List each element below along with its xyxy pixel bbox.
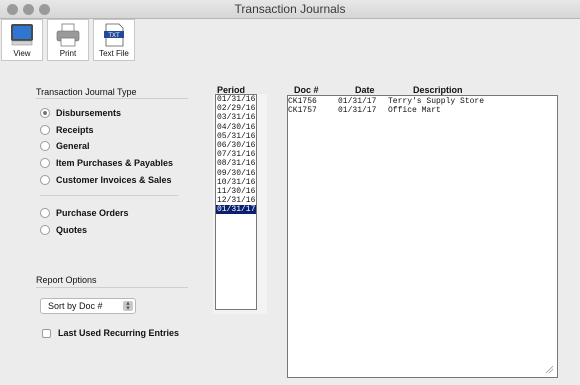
period-item[interactable]: 07/31/16 xyxy=(216,150,256,159)
doc-description: Office Mart xyxy=(388,106,441,115)
sort-value: Sort by Doc # xyxy=(48,301,103,311)
recurring-entries-checkbox[interactable] xyxy=(42,328,51,338)
period-item[interactable]: 08/31/16 xyxy=(216,159,256,168)
radio-label: Disbursements xyxy=(56,108,122,118)
period-item[interactable]: 10/31/16 xyxy=(216,178,256,187)
documents-list[interactable]: CK1756 01/31/17 Terry's Supply Store CK1… xyxy=(287,95,558,378)
view-label: View xyxy=(13,49,31,58)
radio-label: Purchase Orders xyxy=(56,208,129,218)
popup-arrows-icon: ▴ ▾ xyxy=(123,300,133,312)
period-item[interactable]: 01/31/17 xyxy=(216,205,256,215)
options-divider xyxy=(40,195,178,196)
radio-label: Quotes xyxy=(56,225,88,235)
radio-button[interactable] xyxy=(40,158,50,168)
radio-button[interactable] xyxy=(40,141,50,151)
title-bar[interactable]: Transaction Journals xyxy=(0,0,580,19)
radio-general[interactable]: General xyxy=(40,139,90,153)
printer-icon xyxy=(56,23,80,47)
recurring-entries-label: Last Used Recurring Entries xyxy=(58,328,180,338)
radio-button[interactable] xyxy=(40,175,50,185)
period-item[interactable]: 06/30/16 xyxy=(216,141,256,150)
doc-header[interactable]: Doc # xyxy=(294,85,319,95)
view-button[interactable]: View xyxy=(1,19,43,61)
period-item[interactable]: 09/30/16 xyxy=(216,169,256,178)
radio-button[interactable] xyxy=(40,208,50,218)
doc-number: CK1757 xyxy=(288,106,317,115)
text-file-button[interactable]: TXT Text File xyxy=(93,19,135,61)
period-item[interactable]: 02/29/16 xyxy=(216,104,256,113)
radio-customer-invoices[interactable]: Customer Invoices & Sales xyxy=(40,173,172,187)
radio-purchase-orders[interactable]: Purchase Orders xyxy=(40,206,129,220)
radio-label: Receipts xyxy=(56,125,94,135)
txt-icon-text: TXT xyxy=(108,33,120,39)
period-item[interactable]: 03/31/16 xyxy=(216,113,256,122)
radio-button[interactable] xyxy=(40,108,50,118)
radio-label: Item Purchases & Payables xyxy=(56,158,174,168)
radio-button[interactable] xyxy=(40,225,50,235)
radio-label: Customer Invoices & Sales xyxy=(56,175,172,185)
journal-type-divider xyxy=(36,98,188,99)
text-file-label: Text File xyxy=(99,49,129,58)
period-list[interactable]: 01/31/16 02/29/16 03/31/16 04/30/16 05/3… xyxy=(215,94,257,310)
period-item[interactable]: 11/30/16 xyxy=(216,187,256,196)
period-item[interactable]: 04/30/16 xyxy=(216,123,256,132)
doc-date: 01/31/17 xyxy=(338,106,377,115)
window-title: Transaction Journals xyxy=(234,2,346,16)
report-options-title: Report Options xyxy=(36,275,97,285)
sort-popup[interactable]: Sort by Doc # ▴ ▾ xyxy=(40,298,136,314)
radio-button[interactable] xyxy=(40,125,50,135)
period-item[interactable]: 01/31/16 xyxy=(216,95,256,104)
text-file-icon: TXT xyxy=(104,23,124,47)
recurring-entries-checkbox-row[interactable]: Last Used Recurring Entries xyxy=(42,328,179,338)
radio-label: General xyxy=(56,141,90,151)
period-item[interactable]: 12/31/16 xyxy=(216,196,256,205)
description-header[interactable]: Description xyxy=(413,85,463,95)
date-header[interactable]: Date xyxy=(355,85,375,95)
radio-item-purchases[interactable]: Item Purchases & Payables xyxy=(40,156,173,170)
period-item[interactable]: 05/31/16 xyxy=(216,132,256,141)
resize-grip-icon[interactable] xyxy=(544,364,554,374)
report-options-divider xyxy=(36,287,188,288)
radio-disbursements[interactable]: Disbursements xyxy=(40,106,121,120)
toolbar: View Print TXT Text File xyxy=(0,19,580,63)
print-label: Print xyxy=(59,49,77,58)
radio-receipts[interactable]: Receipts xyxy=(40,123,94,137)
journal-type-title: Transaction Journal Type xyxy=(36,87,137,97)
monitor-icon xyxy=(11,24,33,46)
table-row[interactable]: CK1757 01/31/17 Office Mart xyxy=(288,106,557,116)
print-button[interactable]: Print xyxy=(47,19,89,61)
radio-quotes[interactable]: Quotes xyxy=(40,223,87,237)
